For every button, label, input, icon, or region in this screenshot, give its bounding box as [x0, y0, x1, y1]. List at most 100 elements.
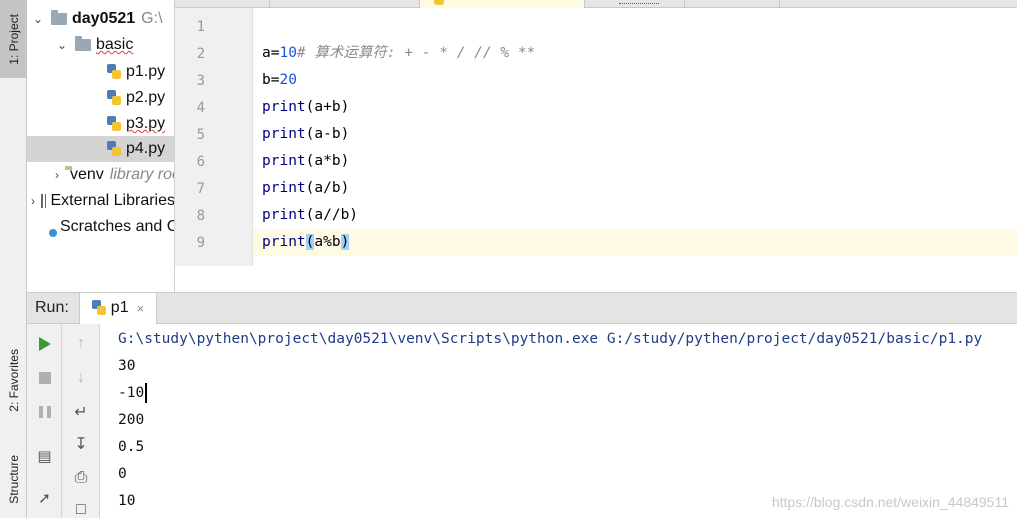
stop-button[interactable]	[27, 364, 62, 392]
code-line: print(a*b)	[253, 148, 1017, 175]
play-icon	[38, 337, 51, 351]
line-number: 8	[196, 208, 205, 224]
line-number: 7	[196, 181, 205, 197]
folder-icon	[75, 36, 91, 51]
run-toolbar-secondary: ↑ ↓ ↵ ↧ ⎙ □	[62, 324, 100, 518]
folder-icon	[51, 10, 67, 25]
code-line: print(a/b)	[253, 175, 1017, 202]
close-icon[interactable]: ×	[137, 301, 145, 316]
text-caret	[145, 383, 148, 403]
tool-tab-favorites-label: 2: Favorites	[6, 348, 21, 412]
code-line: b=20	[253, 67, 1017, 94]
tool-tab-structure-label: Structure	[6, 454, 21, 504]
python-file-icon	[107, 64, 121, 80]
tree-item-external[interactable]: › External Libraries	[27, 188, 175, 214]
code-line: print(a//b)	[253, 202, 1017, 229]
tree-item-file[interactable]: p3.py	[27, 111, 174, 137]
run-console[interactable]: G:\study\pythen\project\day0521\venv\Scr…	[100, 324, 1017, 518]
code-args: a%b	[314, 234, 341, 250]
error-underline	[619, 1, 659, 4]
line-number: 1	[196, 19, 205, 35]
tree-item-root[interactable]: ⌄ day0521 G:\	[27, 6, 174, 32]
python-file-icon	[434, 0, 444, 5]
python-file-icon	[107, 90, 121, 106]
pin-icon: ➚	[38, 490, 51, 507]
tree-root-name: day0521	[72, 10, 136, 27]
editor-tab[interactable]	[175, 0, 270, 8]
rerun-button[interactable]	[27, 330, 62, 358]
run-tab-p1[interactable]: p1 ×	[78, 292, 158, 324]
code-var: a	[262, 45, 271, 61]
tree-item-venv[interactable]: › venv library root	[27, 162, 174, 188]
code-builtin: print	[262, 153, 306, 169]
editor-tab[interactable]	[685, 0, 780, 8]
tree-item-label: p3.py	[126, 115, 166, 132]
code-args: (a*b)	[305, 153, 350, 169]
code-builtin: print	[262, 99, 306, 115]
scroll-end-icon: ↧	[74, 436, 88, 453]
code-line: # 算术运算符: + - * / // % **	[253, 13, 1017, 61]
run-toolbar-primary: ▤ ➚	[27, 324, 62, 518]
trash-icon: □	[76, 501, 86, 518]
editor-tab-bar	[175, 0, 1017, 8]
soft-wrap-button[interactable]: ↵	[62, 398, 100, 426]
chevron-right-icon[interactable]: ›	[31, 194, 35, 208]
line-number: 4	[196, 100, 205, 116]
code-var: b	[262, 72, 271, 88]
run-panel-header: Run: p1 ×	[27, 292, 1017, 324]
pin-button[interactable]: ➚	[27, 484, 62, 512]
console-output-text: -10	[118, 385, 145, 401]
chevron-down-icon[interactable]: ⌄	[31, 12, 45, 26]
code-builtin: print	[262, 126, 306, 142]
tree-item-scratches[interactable]: Scratches and Consoles	[27, 214, 174, 240]
tree-item-label: basic	[96, 36, 134, 53]
line-number: 6	[196, 154, 205, 170]
scroll-up-button[interactable]: ↑	[62, 330, 100, 358]
editor-empty-area	[175, 266, 1017, 292]
clear-button[interactable]: □	[62, 496, 100, 518]
chevron-down-icon[interactable]: ⌄	[55, 38, 69, 52]
tree-item-file[interactable]: p2.py	[27, 85, 174, 111]
stop-icon	[38, 372, 51, 384]
print-button[interactable]: ⎙	[62, 464, 100, 492]
scroll-down-button[interactable]: ↓	[62, 364, 100, 392]
code-line-current: print(a%b)	[253, 229, 1017, 256]
tree-item-label: p1.py	[126, 63, 166, 80]
restore-layout-button[interactable]: ▤	[27, 442, 62, 470]
editor-tab[interactable]	[585, 0, 685, 8]
layout-icon: ▤	[37, 448, 52, 465]
console-command-line: G:\study\pythen\project\day0521\venv\Scr…	[118, 331, 983, 347]
tool-tab-structure[interactable]: Structure	[0, 440, 27, 518]
tool-tab-project-label: 1: Project	[6, 13, 21, 65]
tree-item-hint: library root	[109, 166, 174, 183]
library-icon	[41, 194, 46, 208]
run-label: Run:	[35, 299, 69, 316]
tool-tab-favorites[interactable]: 2: Favorites	[0, 330, 27, 430]
chevron-right-icon[interactable]: ›	[55, 168, 59, 182]
console-output-line: 200	[118, 412, 145, 428]
tree-item-label: External Libraries	[50, 192, 175, 209]
watermark: https://blog.csdn.net/weixin_44849511	[771, 494, 1009, 510]
tree-item-file-selected[interactable]: p4.py	[27, 136, 174, 162]
code-args: (a-b)	[305, 126, 350, 142]
code-editor[interactable]: # 算术运算符: + - * / // % ** a=10 b=20 print…	[253, 8, 1017, 266]
python-file-icon	[107, 141, 121, 157]
line-number: 3	[196, 73, 205, 89]
tree-item-label: p4.py	[126, 140, 166, 157]
editor-tab[interactable]	[270, 0, 420, 8]
code-line: print(a+b)	[253, 94, 1017, 121]
console-output-line: 0.5	[118, 439, 145, 455]
tree-item-label: Scratches and Consoles	[60, 218, 174, 235]
tool-window-strip: 1: Project 2: Favorites Structure	[0, 0, 27, 518]
scroll-to-end-button[interactable]: ↧	[62, 430, 100, 458]
tree-item-label: p2.py	[126, 89, 166, 106]
tree-root-path: G:\	[141, 10, 163, 27]
code-builtin: print	[262, 180, 306, 196]
line-number: 2	[196, 46, 205, 62]
editor-tab-active[interactable]	[420, 0, 585, 8]
tool-tab-project[interactable]: 1: Project	[0, 0, 27, 78]
tree-item-basic[interactable]: ⌄ basic	[27, 32, 174, 58]
tree-item-file[interactable]: p1.py	[27, 59, 174, 85]
pause-button[interactable]	[27, 398, 62, 426]
code-line: print(a-b)	[253, 121, 1017, 148]
